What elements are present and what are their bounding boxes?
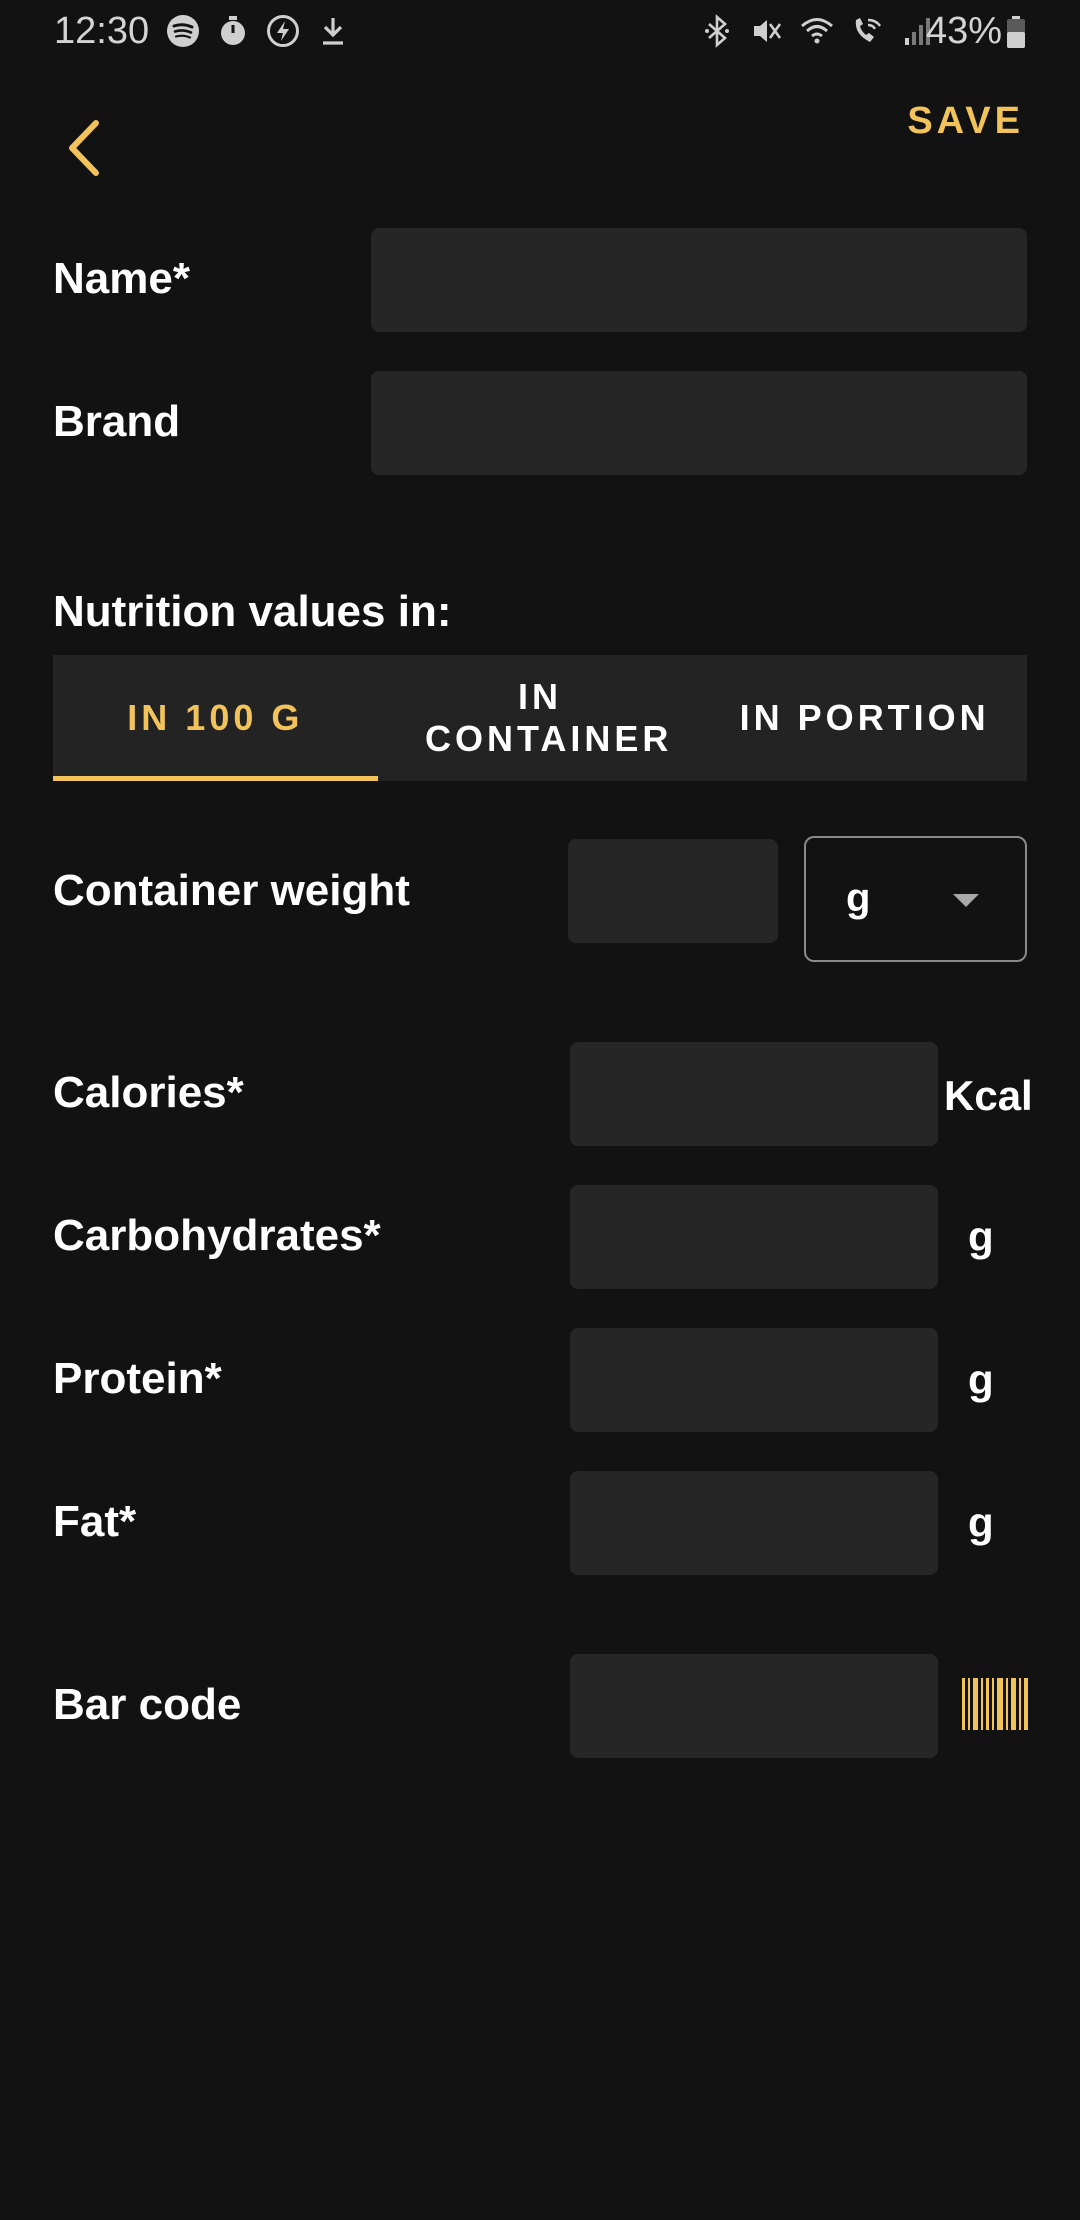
tab-in-container[interactable]: IN CONTAINER bbox=[378, 655, 703, 781]
status-time: 12:30 bbox=[54, 10, 150, 52]
spotify-icon bbox=[167, 15, 199, 47]
tab-label: IN 100 G bbox=[127, 697, 304, 738]
calories-input[interactable] bbox=[570, 1042, 938, 1146]
save-button[interactable]: SAVE bbox=[907, 100, 1024, 143]
fat-unit: g bbox=[968, 1499, 994, 1546]
nutrition-heading: Nutrition values in: bbox=[53, 587, 452, 636]
battery-indicator: 43% bbox=[926, 10, 1026, 53]
fat-label: Fat* bbox=[53, 1497, 137, 1546]
unit-select-value: g bbox=[846, 876, 871, 920]
brand-input[interactable] bbox=[371, 371, 1027, 475]
tab-in-portion[interactable]: IN PORTION bbox=[702, 655, 1027, 781]
name-input[interactable] bbox=[371, 228, 1027, 332]
brand-label: Brand bbox=[53, 397, 181, 446]
barcode-icon[interactable] bbox=[962, 1678, 1028, 1730]
back-button[interactable] bbox=[52, 110, 116, 186]
nutrition-tabs: IN 100 G IN CONTAINER IN PORTION bbox=[53, 655, 1027, 781]
chevron-left-icon bbox=[69, 120, 99, 176]
container-weight-input[interactable] bbox=[568, 839, 778, 943]
carbohydrates-input[interactable] bbox=[570, 1185, 938, 1289]
mute-icon bbox=[754, 20, 782, 42]
container-weight-label: Container weight bbox=[53, 866, 410, 915]
barcode-input[interactable] bbox=[570, 1654, 938, 1758]
battery-percent: 43% bbox=[925, 10, 1002, 52]
tab-label: IN CONTAINER bbox=[425, 676, 673, 759]
protein-label: Protein* bbox=[53, 1354, 222, 1403]
status-left-icons bbox=[166, 14, 350, 48]
barcode-label: Bar code bbox=[53, 1680, 242, 1729]
container-weight-unit-dropdown[interactable]: g bbox=[804, 836, 1027, 962]
tab-label: IN PORTION bbox=[739, 697, 990, 738]
wifi-icon bbox=[801, 18, 833, 44]
battery-icon bbox=[1007, 15, 1025, 48]
stopwatch-icon bbox=[221, 16, 245, 45]
status-right-icons bbox=[700, 14, 934, 48]
calories-unit: Kcal bbox=[944, 1072, 1033, 1119]
flash-icon bbox=[267, 15, 299, 47]
fat-input[interactable] bbox=[570, 1471, 938, 1575]
bluetooth-icon bbox=[705, 14, 729, 48]
protein-unit: g bbox=[968, 1356, 994, 1403]
carbohydrates-unit: g bbox=[968, 1213, 994, 1260]
dropdown-arrow-icon bbox=[953, 894, 979, 907]
download-icon bbox=[323, 18, 343, 45]
name-label: Name* bbox=[53, 254, 190, 303]
calories-label: Calories* bbox=[53, 1068, 244, 1117]
protein-input[interactable] bbox=[570, 1328, 938, 1432]
status-bar: 12:30 43% bbox=[0, 0, 1080, 66]
wifi-calling-icon bbox=[855, 18, 881, 42]
add-food-screen: 12:30 43% SAVE Name* Brand Nutrition val… bbox=[0, 0, 1080, 2220]
tab-in-100g[interactable]: IN 100 G bbox=[53, 655, 378, 781]
carbohydrates-label: Carbohydrates* bbox=[53, 1211, 381, 1260]
